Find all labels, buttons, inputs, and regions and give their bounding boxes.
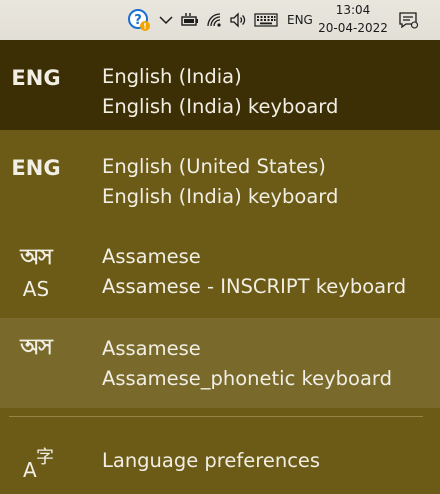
action-center-icon[interactable]: [396, 8, 420, 32]
language-flyout: ENG English (India) English (India) keyb…: [0, 40, 440, 494]
language-icon: A 字: [22, 444, 58, 482]
keyboard-name: English (India) keyboard: [102, 185, 339, 208]
divider: [9, 416, 423, 417]
language-item-english-india[interactable]: ENG English (India) English (India) keyb…: [0, 40, 440, 130]
volume-icon[interactable]: [228, 8, 248, 32]
language-text: Assamese Assamese_phonetic keyboard: [102, 334, 392, 394]
language-preferences-link[interactable]: A 字 Language preferences: [0, 420, 440, 494]
language-item-english-us[interactable]: ENG English (United States) English (Ind…: [0, 130, 440, 220]
chevron-up-icon[interactable]: [157, 8, 175, 32]
keyboard-name: Assamese - INSCRIPT keyboard: [102, 275, 407, 298]
keyboard-name: English (India) keyboard: [102, 95, 339, 118]
language-name: Assamese: [102, 245, 201, 268]
help-icon[interactable]: ?: [126, 8, 152, 32]
keyboard-name: Assamese_phonetic keyboard: [102, 367, 392, 390]
language-preferences-label: Language preferences: [102, 449, 321, 472]
language-name: English (India): [102, 65, 242, 88]
input-indicator[interactable]: ENG: [287, 12, 313, 28]
language-text: English (United States) English (India) …: [102, 152, 338, 212]
language-name: English (United States): [102, 155, 326, 178]
language-item-assamese-inscript[interactable]: অস AS Assamese Assamese - INSCRIPT keybo…: [0, 220, 440, 310]
svg-text:A: A: [23, 458, 37, 480]
clock-date[interactable]: 20-04-2022: [318, 21, 388, 36]
svg-text:字: 字: [36, 447, 54, 468]
language-name: Assamese: [102, 337, 201, 360]
wifi-icon[interactable]: [205, 8, 225, 32]
clock-time[interactable]: 13:04: [323, 3, 383, 18]
language-text: English (India) English (India) keyboard: [102, 62, 338, 122]
language-item-assamese-phonetic[interactable]: অস Assamese Assamese_phonetic keyboard: [0, 318, 440, 408]
battery-charging-icon[interactable]: [180, 8, 200, 32]
taskbar: ? ENG 13:04 20-04-2022: [0, 0, 440, 40]
language-text: Assamese Assamese - INSCRIPT keyboard: [102, 242, 406, 302]
keyboard-icon[interactable]: [253, 8, 279, 32]
